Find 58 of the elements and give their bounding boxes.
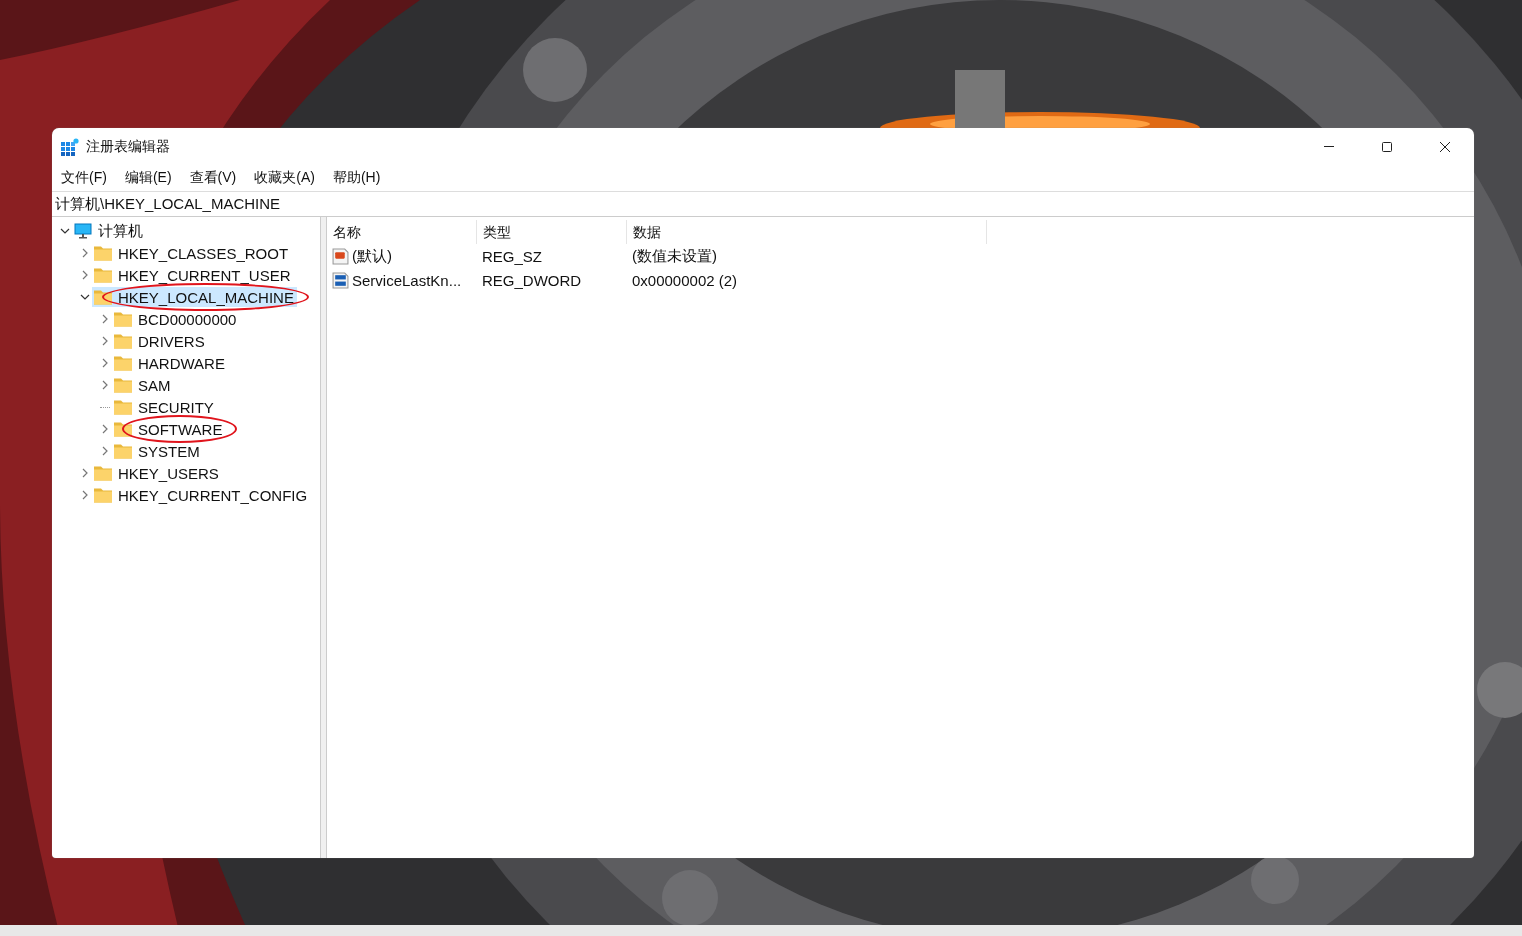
- folder-icon: [94, 267, 112, 283]
- folder-icon: [114, 377, 132, 393]
- tree-item[interactable]: HKEY_CURRENT_USER: [92, 265, 294, 285]
- column-header[interactable]: 名称: [327, 220, 477, 244]
- value-data: 0x00000002 (2): [631, 271, 739, 289]
- chevron-right-icon[interactable]: [100, 314, 110, 324]
- window-title: 注册表编辑器: [86, 137, 170, 156]
- tree-item[interactable]: BCD00000000: [112, 309, 240, 329]
- menu-item[interactable]: 帮助(H): [325, 169, 388, 187]
- tree-item[interactable]: HARDWARE: [112, 353, 228, 373]
- folder-icon: [114, 311, 132, 327]
- tree-item[interactable]: SAM: [112, 375, 174, 395]
- tree-item[interactable]: HKEY_CURRENT_CONFIG: [92, 485, 311, 505]
- chevron-right-icon[interactable]: [100, 358, 110, 368]
- maximize-icon: [1381, 140, 1393, 153]
- folder-icon: [94, 245, 112, 261]
- value-name: (默认): [352, 246, 392, 266]
- menu-item[interactable]: 编辑(E): [117, 169, 179, 187]
- tree-item[interactable]: HKEY_LOCAL_MACHINE: [92, 287, 297, 307]
- chevron-right-icon[interactable]: [80, 248, 90, 258]
- folder-icon: [114, 421, 132, 437]
- value-name: ServiceLastKn...: [352, 271, 462, 289]
- folder-icon: [114, 333, 132, 349]
- folder-icon: [114, 443, 132, 459]
- folder-icon: [114, 399, 132, 415]
- folder-icon: [94, 289, 112, 305]
- column-header[interactable]: 数据: [627, 220, 987, 244]
- chevron-down-icon[interactable]: [80, 292, 90, 302]
- tree-item[interactable]: DRIVERS: [112, 331, 208, 351]
- chevron-right-icon[interactable]: [80, 490, 90, 500]
- column-header[interactable]: 类型: [477, 220, 627, 244]
- tree-item[interactable]: 计算机: [72, 221, 146, 241]
- tree-item[interactable]: HKEY_USERS: [92, 463, 222, 483]
- folder-icon: [94, 465, 112, 481]
- monitor-icon: [74, 223, 92, 239]
- chevron-right-icon[interactable]: [100, 446, 110, 456]
- menu-item[interactable]: 文件(F): [54, 169, 114, 187]
- chevron-right-icon[interactable]: [80, 468, 90, 478]
- menu-item[interactable]: 查看(V): [182, 169, 244, 187]
- address-field[interactable]: 计算机\HKEY_LOCAL_MACHINE: [52, 191, 1474, 217]
- value-data: (数值未设置): [631, 246, 718, 266]
- value-type: REG_SZ: [481, 247, 543, 265]
- folder-icon: [94, 487, 112, 503]
- tree-item[interactable]: SECURITY: [112, 397, 217, 417]
- minimize-icon: [1324, 146, 1334, 147]
- chevron-right-icon[interactable]: [100, 424, 110, 434]
- value-type: REG_DWORD: [481, 271, 583, 289]
- menu-item[interactable]: 收藏夹(A): [247, 169, 322, 187]
- registry-icon: [61, 137, 79, 156]
- close-icon: [1439, 140, 1451, 153]
- chevron-right-icon[interactable]: [100, 336, 110, 346]
- tree-item[interactable]: SYSTEM: [112, 441, 203, 461]
- chevron-right-icon[interactable]: [80, 270, 90, 280]
- chevron-down-icon[interactable]: [60, 226, 70, 236]
- tree-item[interactable]: HKEY_CLASSES_ROOT: [92, 243, 292, 263]
- tree-item[interactable]: SOFTWARE: [112, 419, 226, 439]
- folder-icon: [114, 355, 132, 371]
- chevron-right-icon[interactable]: [100, 380, 110, 390]
